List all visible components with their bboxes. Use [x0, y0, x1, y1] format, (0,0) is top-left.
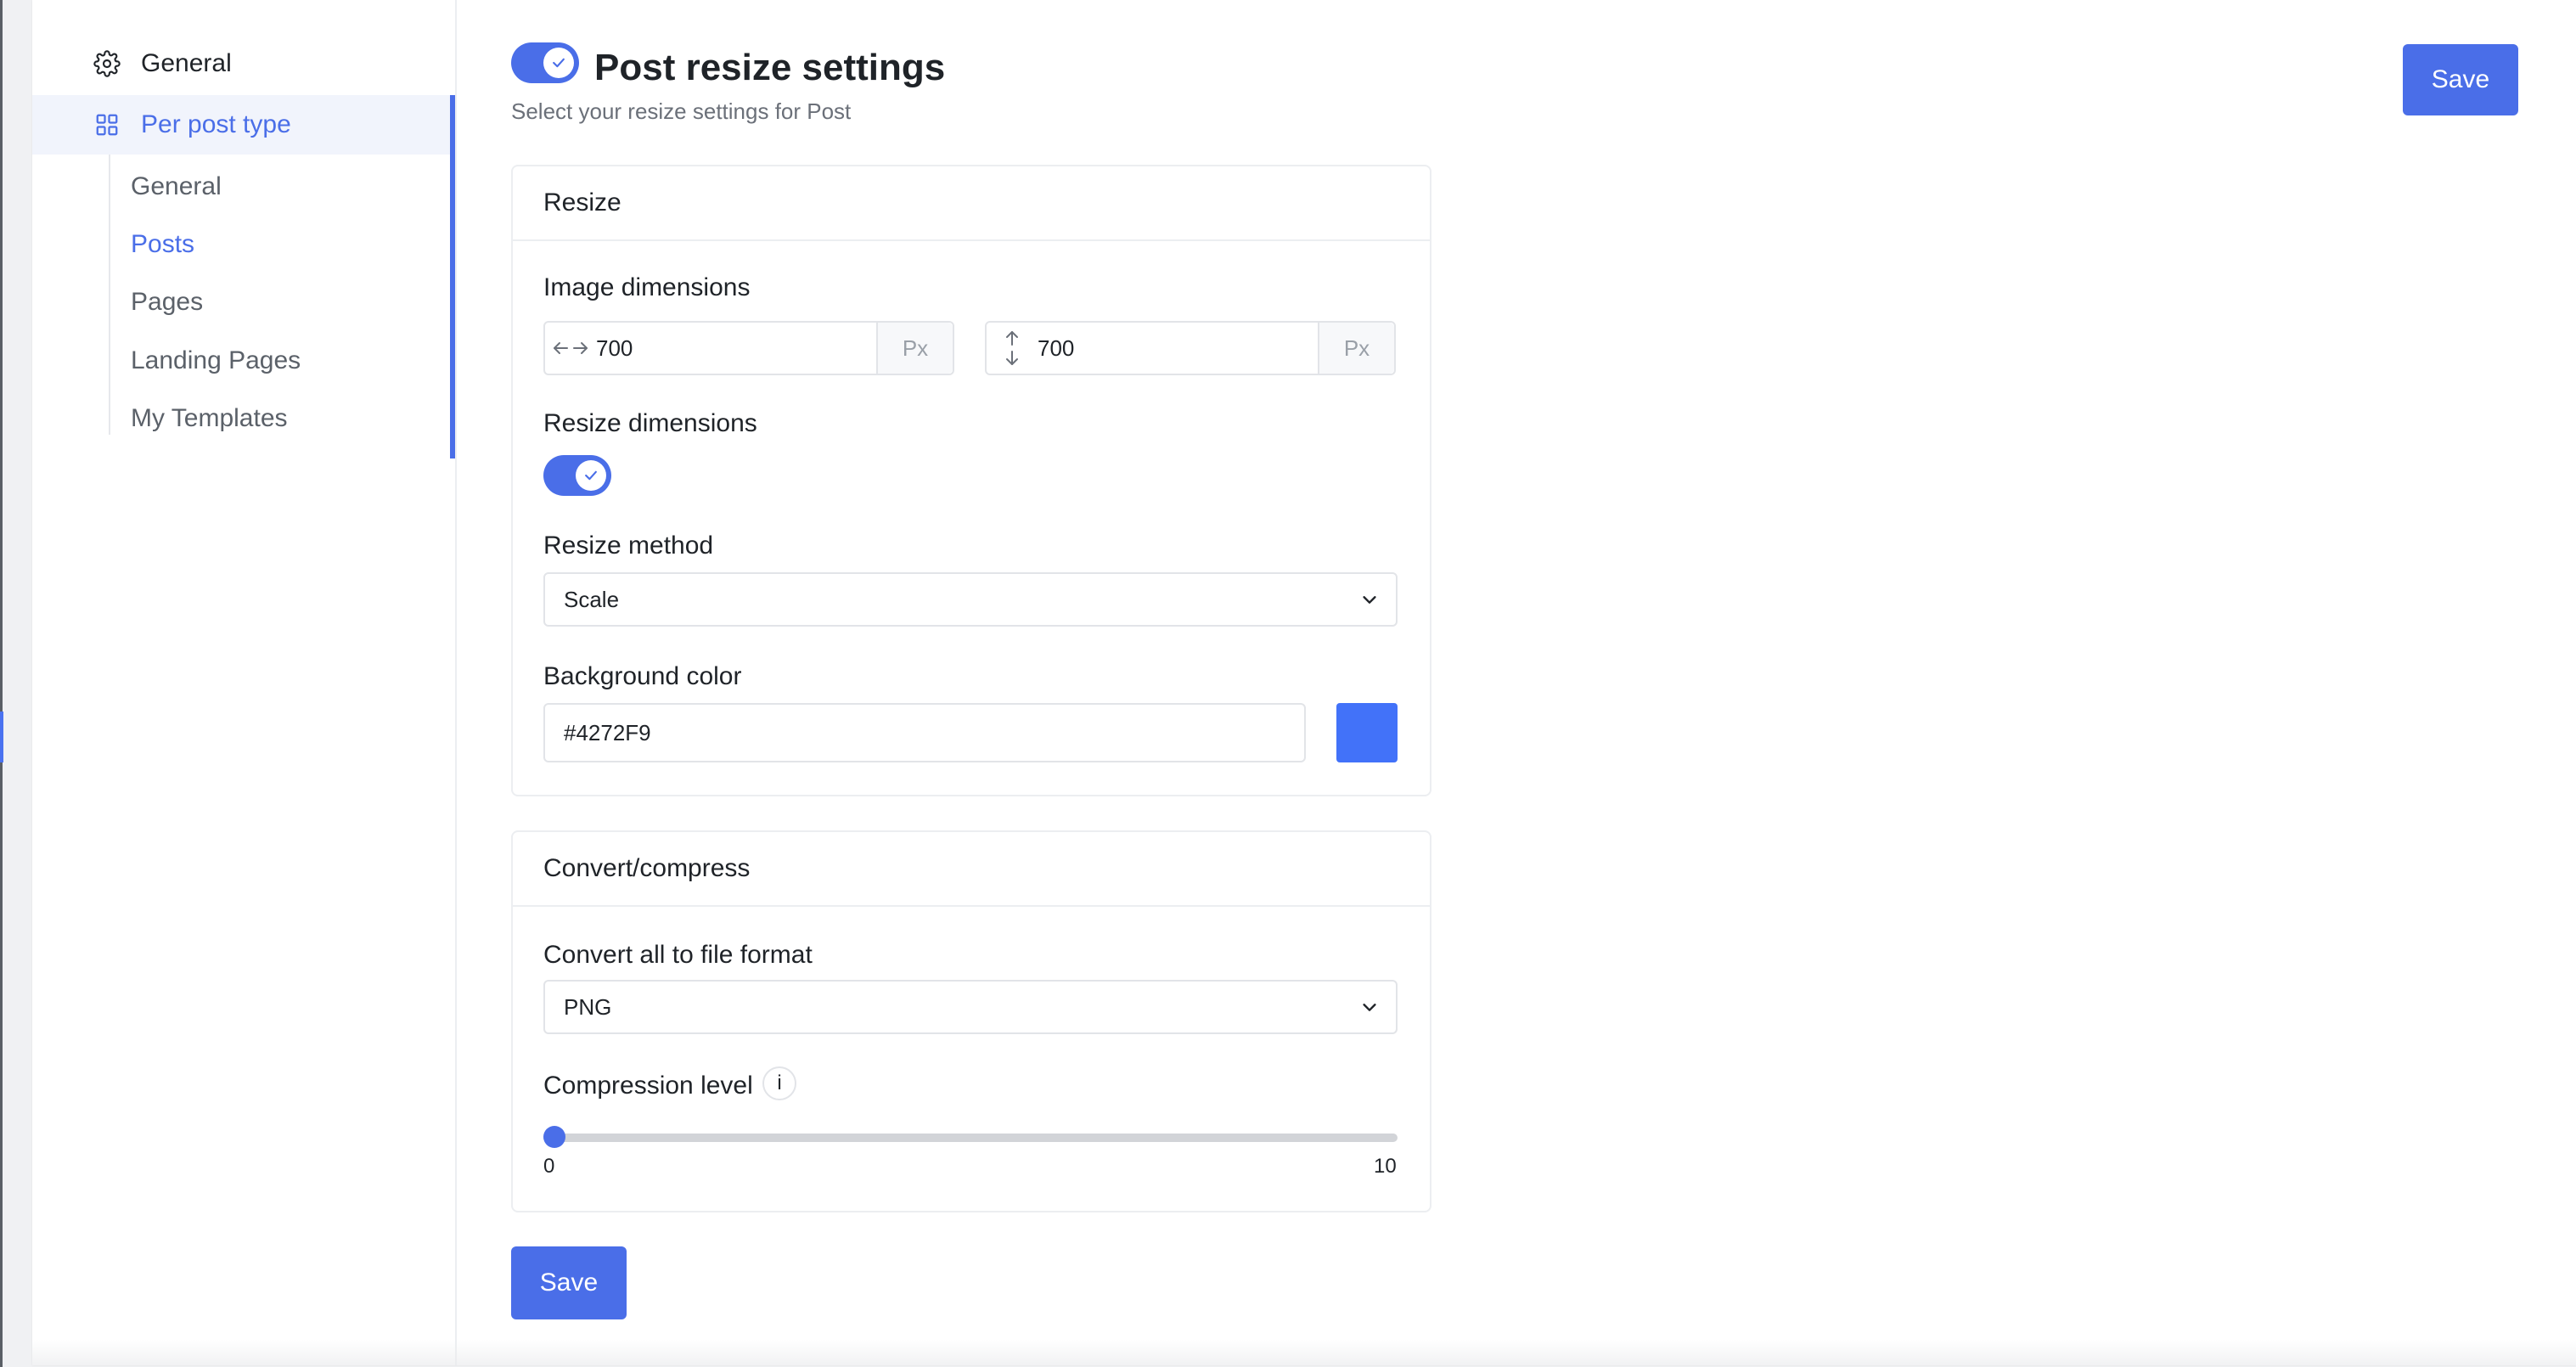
slider-max-label: 10 — [1374, 1155, 1397, 1178]
toggle-knob — [576, 460, 606, 491]
bottom-shadow — [32, 1340, 2576, 1365]
resize-dimensions-toggle[interactable] — [543, 455, 611, 496]
height-value: 700 — [1038, 335, 1075, 361]
sidebar-subitem-general[interactable]: General — [131, 165, 222, 209]
background-color-value: #4272F9 — [564, 719, 651, 745]
resize-method-select[interactable]: Scale — [543, 572, 1398, 627]
sub-menu-tree-line — [109, 155, 110, 435]
height-unit: Px — [1318, 323, 1394, 374]
compression-slider-thumb[interactable] — [543, 1126, 565, 1148]
gear-icon — [92, 48, 122, 79]
resize-card: Resize Image dimensions 700 Px 700 Px Re… — [511, 165, 1431, 796]
convert-card-title: Convert/compress — [513, 832, 1430, 907]
background-color-input[interactable]: #4272F9 — [543, 703, 1306, 762]
vertical-arrows-icon — [987, 329, 1038, 367]
background-color-swatch[interactable] — [1336, 703, 1398, 762]
info-icon[interactable]: i — [762, 1066, 796, 1100]
resize-card-title: Resize — [513, 166, 1430, 241]
slider-min-label: 0 — [543, 1155, 555, 1178]
file-format-value: PNG — [564, 993, 612, 1020]
sidebar-active-indicator — [450, 95, 455, 458]
file-format-select[interactable]: PNG — [543, 980, 1398, 1034]
chevron-down-icon — [1363, 596, 1376, 604]
file-format-label: Convert all to file format — [543, 941, 813, 969]
sidebar-subitem-my-templates[interactable]: My Templates — [131, 397, 288, 441]
window-edge-marker — [0, 712, 3, 762]
sidebar: General Per post type General Posts Page… — [32, 0, 457, 1365]
page-subtitle: Select your resize settings for Post — [511, 98, 852, 124]
width-input[interactable]: 700 Px — [543, 321, 954, 375]
width-value: 700 — [596, 335, 633, 361]
resize-method-label: Resize method — [543, 532, 714, 560]
sidebar-subitem-pages[interactable]: Pages — [131, 280, 203, 324]
height-input[interactable]: 700 Px — [985, 321, 1396, 375]
window-left-edge — [0, 0, 3, 1367]
sidebar-subitem-landing-pages[interactable]: Landing Pages — [131, 339, 301, 383]
background-color-label: Background color — [543, 662, 742, 690]
sidebar-subitem-posts[interactable]: Posts — [131, 222, 194, 267]
check-icon — [553, 58, 565, 68]
chevron-down-icon — [1363, 1004, 1376, 1011]
save-button-top[interactable]: Save — [2403, 44, 2518, 115]
resize-dimensions-label: Resize dimensions — [543, 409, 757, 437]
save-button-bottom[interactable]: Save — [511, 1246, 627, 1319]
width-unit: Px — [876, 323, 953, 374]
page-title: Post resize settings — [594, 47, 946, 88]
sidebar-item-label: Per post type — [141, 110, 291, 138]
grid-icon — [92, 110, 122, 140]
sidebar-item-per-post-type[interactable]: Per post type — [32, 95, 453, 155]
compression-slider-track[interactable] — [543, 1134, 1398, 1142]
resize-method-value: Scale — [564, 586, 620, 612]
convert-compress-card: Convert/compress Convert all to file for… — [511, 830, 1431, 1212]
image-dimensions-label: Image dimensions — [543, 273, 751, 301]
settings-app: General Per post type General Posts Page… — [32, 0, 2576, 1365]
sidebar-item-general[interactable]: General — [32, 34, 453, 93]
compression-level-label: Compression level — [543, 1072, 753, 1100]
toggle-knob — [543, 48, 574, 78]
post-type-enabled-toggle[interactable] — [511, 42, 579, 83]
horizontal-arrows-icon — [545, 340, 596, 357]
sidebar-item-label: General — [141, 49, 232, 77]
check-icon — [585, 470, 597, 481]
